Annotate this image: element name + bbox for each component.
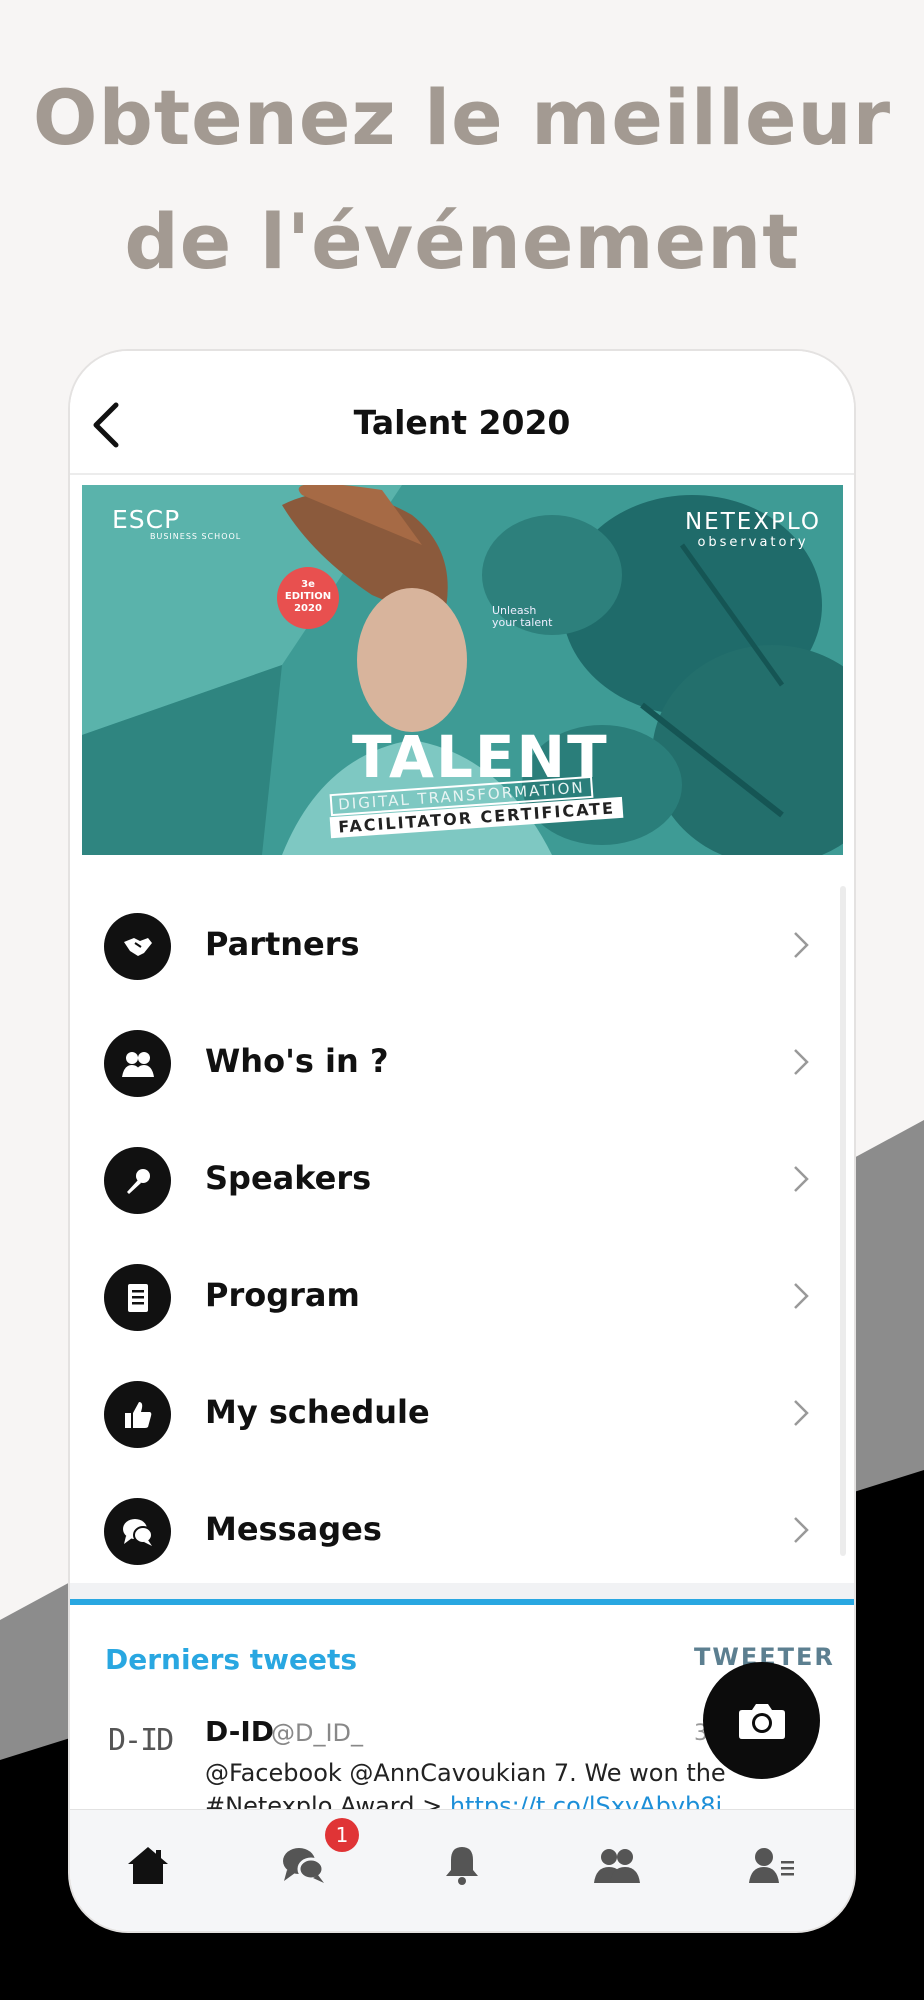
tweet-avatar: D-ID	[108, 1723, 174, 1758]
microphone-icon	[104, 1147, 171, 1214]
handshake-icon	[104, 913, 171, 980]
section-divider	[70, 1583, 854, 1599]
camera-button[interactable]	[703, 1662, 820, 1779]
chevron-right-icon	[794, 1283, 809, 1309]
menu-item-speakers[interactable]: Speakers	[70, 1119, 854, 1236]
people-icon	[104, 1030, 171, 1097]
event-banner-image: ESCP BUSINESS SCHOOL NETEXPLO observator…	[82, 485, 843, 855]
menu-item-label: Speakers	[205, 1159, 372, 1197]
headline-line-2: de l'événement	[124, 197, 800, 286]
menu-item-label: Partners	[205, 925, 360, 963]
home-icon	[128, 1847, 168, 1884]
headline-line-1: Obtenez le meilleur	[32, 73, 892, 162]
bottom-tab-bar: 1	[70, 1809, 854, 1931]
banner-tagline: Unleash your talent	[492, 604, 553, 629]
tab-home[interactable]	[106, 1830, 190, 1900]
navigation-bar: Talent 2020	[70, 351, 854, 475]
menu-item-label: My schedule	[205, 1393, 430, 1431]
escp-logo: ESCP BUSINESS SCHOOL	[112, 505, 242, 541]
menu-item-my-schedule[interactable]: My schedule	[70, 1353, 854, 1470]
tab-attendees[interactable]	[575, 1830, 659, 1900]
bell-icon	[446, 1847, 478, 1885]
menu-item-messages[interactable]: Messages	[70, 1470, 854, 1587]
thumbs-up-icon	[104, 1381, 171, 1448]
chevron-right-icon	[794, 932, 809, 958]
unread-badge: 1	[325, 1818, 359, 1852]
people-icon	[594, 1849, 640, 1883]
netexplo-logo: NETEXPLO observatory	[684, 509, 821, 550]
chat-bubbles-icon	[104, 1498, 171, 1565]
edition-badge: 3e EDITION 2020	[277, 567, 339, 629]
headline: Obtenez le meilleur de l'événement	[0, 56, 924, 304]
menu-item-label: Who's in ?	[205, 1042, 389, 1080]
camera-icon	[738, 1703, 785, 1739]
phone-screen: Talent 2020 ESCP BUSINESS SCHOOL NETEXPL…	[70, 351, 854, 1931]
tab-notifications[interactable]	[420, 1830, 504, 1900]
menu-item-partners[interactable]: Partners	[70, 885, 854, 1002]
chevron-right-icon	[794, 1400, 809, 1426]
chevron-right-icon	[794, 1049, 809, 1075]
menu-item-program[interactable]: Program	[70, 1236, 854, 1353]
chat-icon	[283, 1848, 325, 1883]
event-menu: Partners Who's in ? Speakers Program My …	[70, 885, 854, 1587]
tab-profile[interactable]	[730, 1830, 814, 1900]
profile-list-icon	[749, 1848, 794, 1883]
chevron-right-icon	[794, 1166, 809, 1192]
scrollbar[interactable]	[840, 886, 846, 1556]
document-icon	[104, 1264, 171, 1331]
tweets-title: Derniers tweets	[105, 1643, 358, 1676]
menu-item-label: Program	[205, 1276, 360, 1314]
tweet-author-handle: @D_ID_	[271, 1719, 364, 1747]
page-title: Talent 2020	[353, 403, 571, 442]
chevron-right-icon	[794, 1517, 809, 1543]
tweet-author-name: D-ID	[205, 1715, 275, 1748]
menu-item-label: Messages	[205, 1510, 382, 1548]
menu-item-whos-in[interactable]: Who's in ?	[70, 1002, 854, 1119]
